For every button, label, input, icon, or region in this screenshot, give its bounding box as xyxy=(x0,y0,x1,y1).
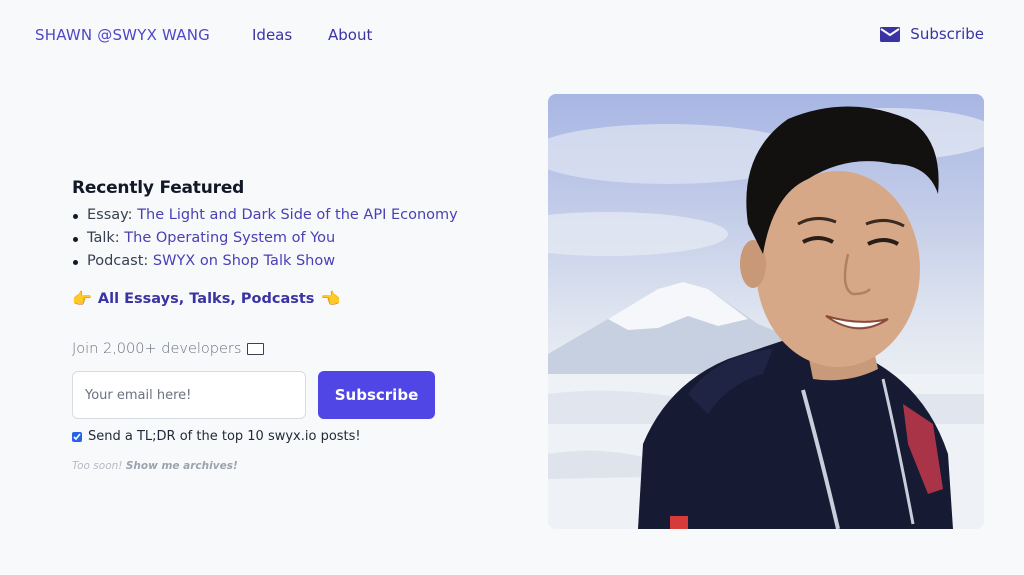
featured-item-essay: Essay: The Light and Dark Side of the AP… xyxy=(72,204,472,227)
featured-prefix: Essay: xyxy=(87,207,133,223)
featured-item-podcast: Podcast: SWYX on Shop Talk Show xyxy=(72,250,472,273)
join-text: Join 2,000+ developers xyxy=(72,341,242,357)
archives-link[interactable]: Show me archives! xyxy=(126,460,238,472)
all-content-link[interactable]: 👉 All Essays, Talks, Podcasts 👈 xyxy=(72,289,472,308)
tldr-checkbox-row[interactable]: Send a TL;DR of the top 10 swyx.io posts… xyxy=(72,429,472,444)
featured-prefix: Talk: xyxy=(87,230,120,246)
section-title: Recently Featured xyxy=(72,178,245,198)
nav-about[interactable]: About xyxy=(328,26,372,44)
featured-list: Essay: The Light and Dark Side of the AP… xyxy=(72,204,472,273)
newsletter-form: Subscribe xyxy=(72,371,472,419)
nav-ideas[interactable]: Ideas xyxy=(252,26,292,44)
archives-text: Too soon! Show me archives! xyxy=(72,460,472,472)
profile-photo-illustration xyxy=(548,106,984,529)
archives-prefix: Too soon! xyxy=(72,460,123,472)
envelope-icon xyxy=(247,343,265,355)
mail-icon xyxy=(880,26,901,42)
join-text-row: Join 2,000+ developers xyxy=(72,341,472,357)
pointing-right-icon: 👉 xyxy=(72,289,92,308)
pointing-left-icon: 👈 xyxy=(320,289,341,308)
featured-link[interactable]: The Light and Dark Side of the API Econo… xyxy=(137,207,458,223)
featured-prefix: Podcast: xyxy=(87,253,149,269)
tldr-checkbox-label: Send a TL;DR of the top 10 swyx.io posts… xyxy=(88,429,361,444)
profile-photo xyxy=(548,94,984,529)
sleeve-patch xyxy=(670,516,688,529)
header-subscribe-label: Subscribe xyxy=(910,25,984,43)
site-header: SHAWN @SWYX WANG Ideas About Subscribe xyxy=(0,0,1024,70)
featured-link[interactable]: The Operating System of You xyxy=(124,230,335,246)
brand-link[interactable]: SHAWN @SWYX WANG xyxy=(35,26,210,44)
header-subscribe-link[interactable]: Subscribe xyxy=(880,25,984,43)
email-input[interactable] xyxy=(72,371,306,419)
featured-item-talk: Talk: The Operating System of You xyxy=(72,227,472,250)
featured-link[interactable]: SWYX on Shop Talk Show xyxy=(153,253,335,269)
tldr-checkbox[interactable] xyxy=(72,431,82,442)
subscribe-button[interactable]: Subscribe xyxy=(318,371,435,419)
all-content-label: All Essays, Talks, Podcasts xyxy=(97,291,315,307)
cloud-shape xyxy=(548,212,728,256)
intro-column: Recently Featured Essay: The Light and D… xyxy=(72,178,472,472)
